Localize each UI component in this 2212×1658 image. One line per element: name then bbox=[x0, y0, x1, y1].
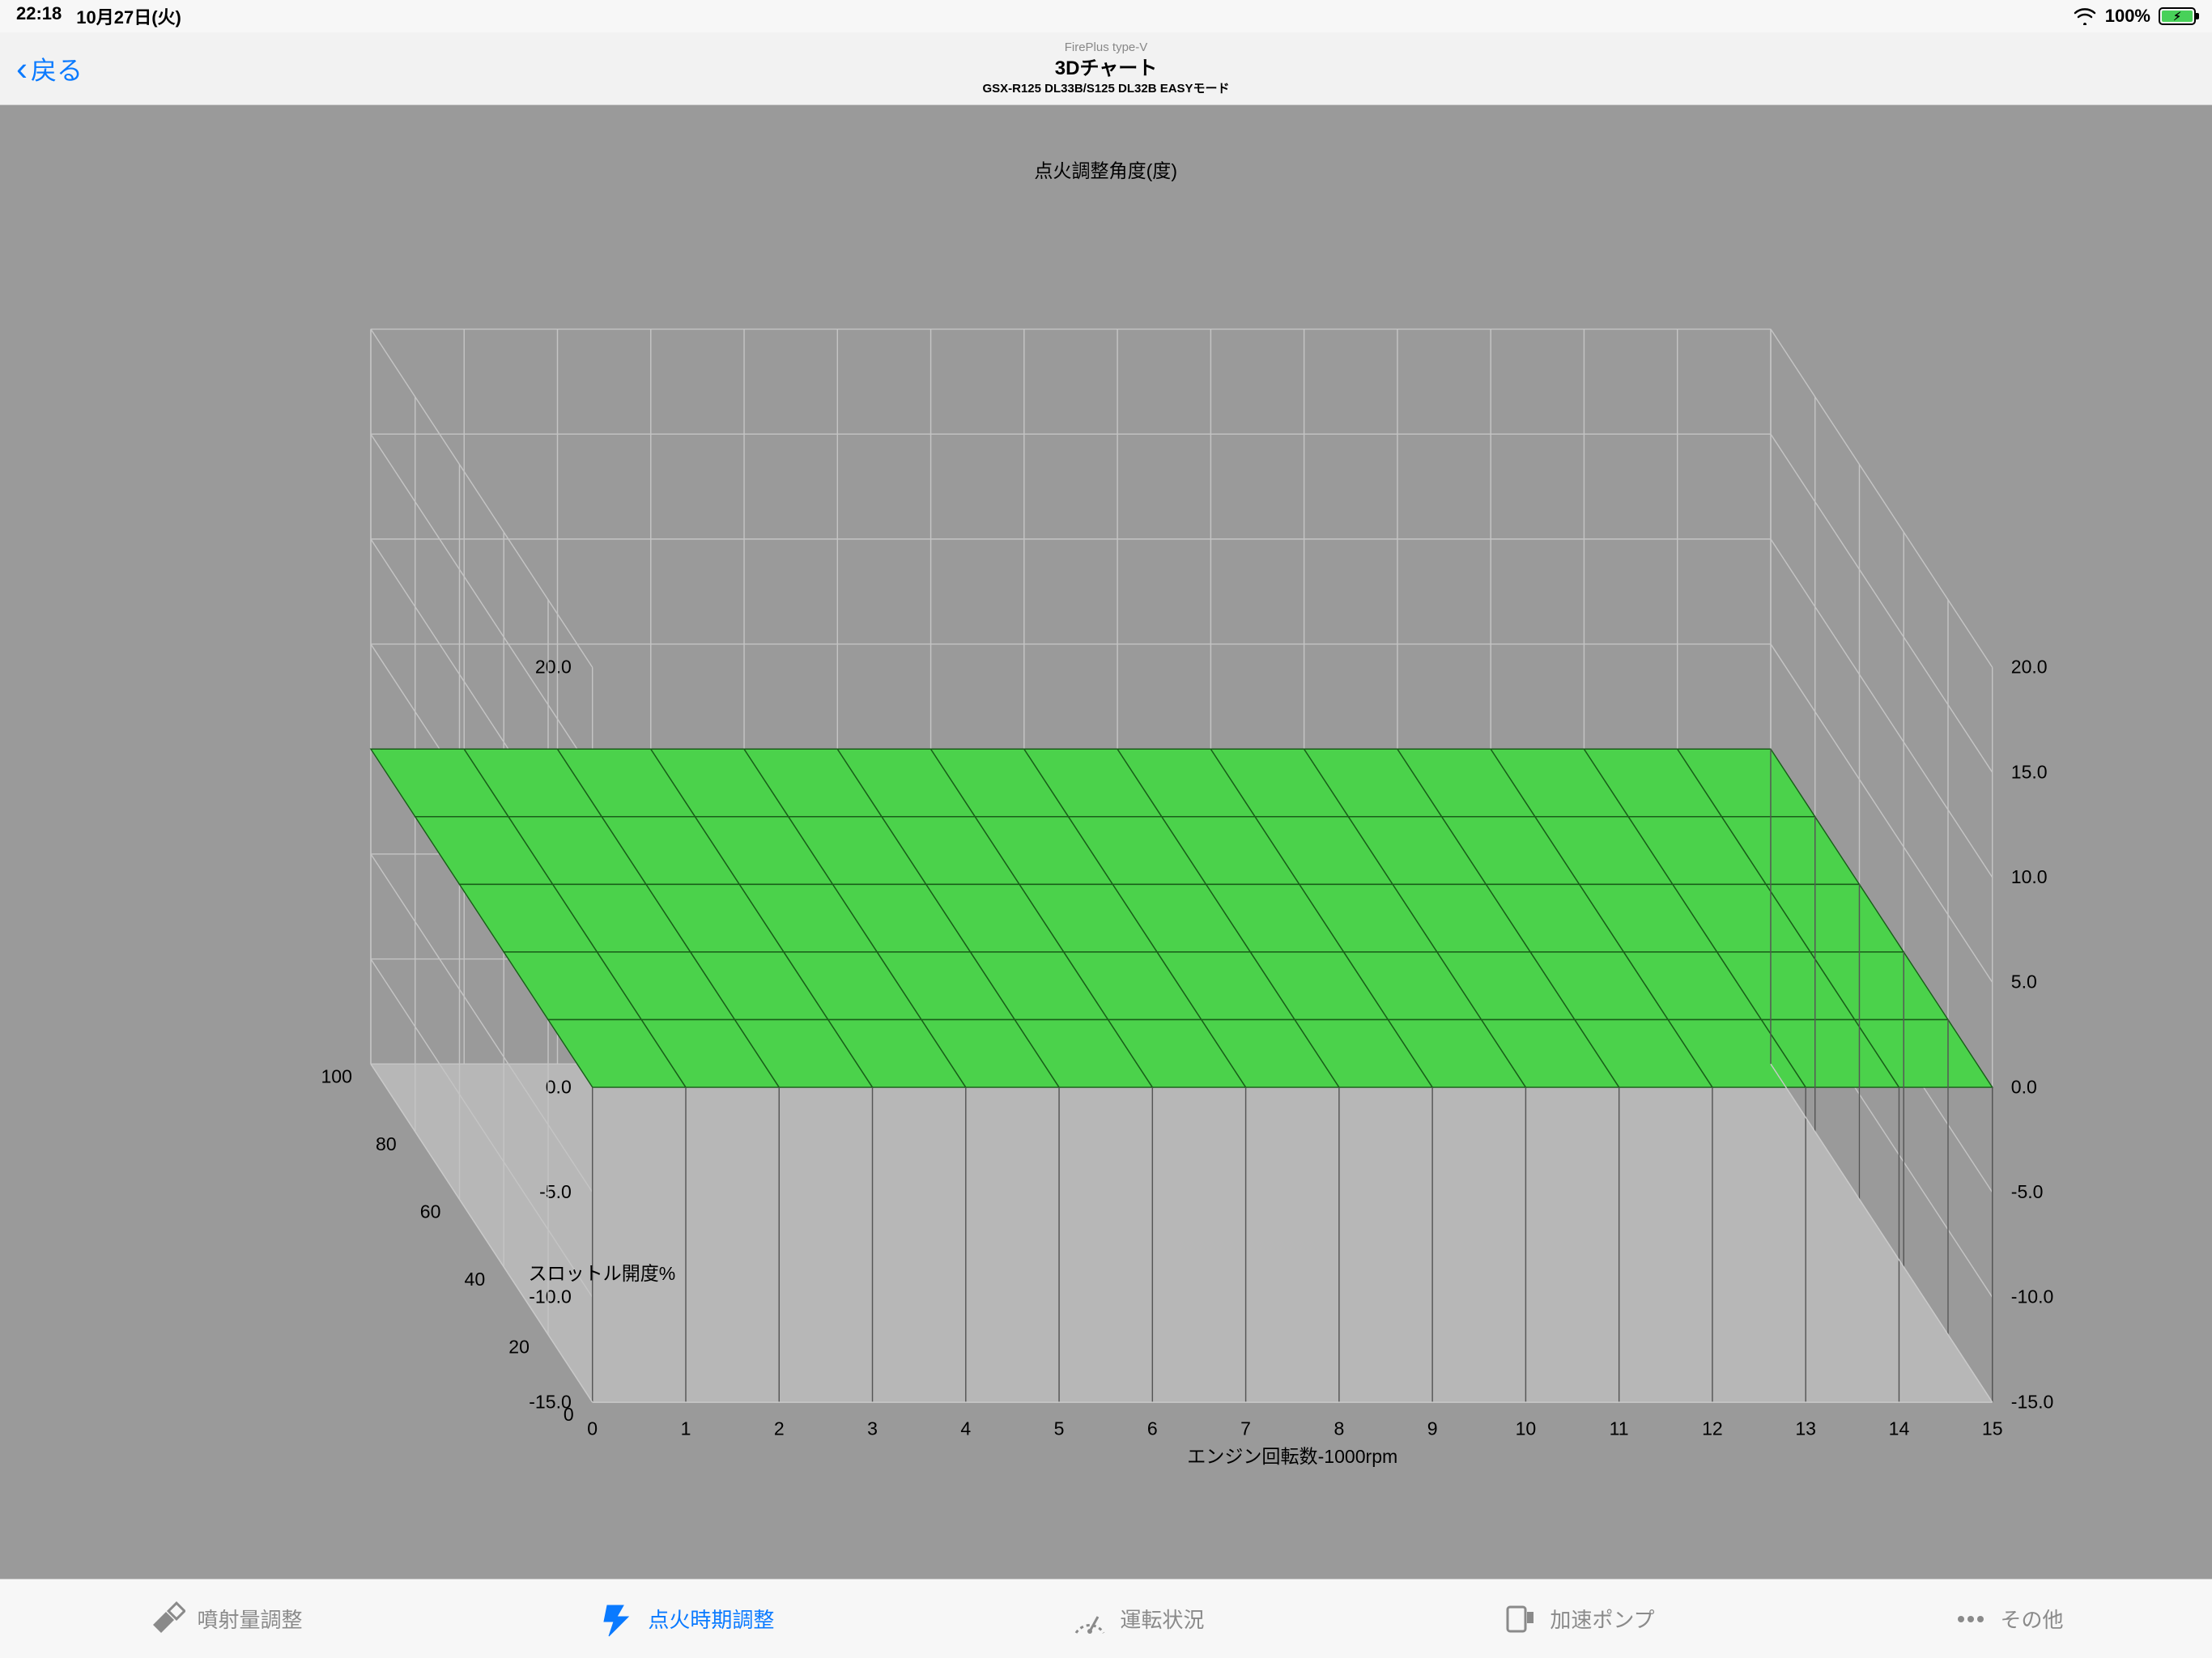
svg-text:40: 40 bbox=[465, 1269, 486, 1290]
svg-text:60: 60 bbox=[420, 1201, 441, 1222]
svg-text:20.0: 20.0 bbox=[2011, 656, 2048, 677]
svg-text:0.0: 0.0 bbox=[2011, 1076, 2037, 1097]
page-title-block: FirePlus type-V 3Dチャート GSX-R125 DL33B/S1… bbox=[0, 40, 2212, 96]
svg-text:14: 14 bbox=[1889, 1418, 1910, 1439]
svg-text:2: 2 bbox=[774, 1418, 785, 1439]
charging-bolt-icon: ⚡︎ bbox=[2173, 11, 2181, 22]
tab-accel-pump-label: 加速ポンプ bbox=[1550, 1604, 1654, 1634]
status-date: 10月27日(火) bbox=[76, 3, 181, 29]
x-axis-label: エンジン回転数-1000rpm bbox=[1188, 1446, 1398, 1467]
z-axis-label: 点火調整角度(度) bbox=[1035, 160, 1178, 181]
svg-text:7: 7 bbox=[1240, 1418, 1251, 1439]
svg-text:20.0: 20.0 bbox=[535, 656, 572, 677]
svg-text:3: 3 bbox=[867, 1418, 878, 1439]
svg-text:-10.0: -10.0 bbox=[530, 1286, 572, 1307]
svg-text:0: 0 bbox=[564, 1404, 574, 1425]
svg-text:15: 15 bbox=[1982, 1418, 2003, 1439]
svg-text:11: 11 bbox=[1610, 1418, 1629, 1439]
svg-text:15.0: 15.0 bbox=[2011, 761, 2048, 782]
svg-text:-5.0: -5.0 bbox=[2011, 1180, 2044, 1201]
svg-text:4: 4 bbox=[961, 1418, 972, 1439]
svg-text:80: 80 bbox=[376, 1133, 397, 1154]
status-bar: 22:18 10月27日(火) 100% ⚡︎ bbox=[0, 0, 2212, 32]
tab-injection-label: 噴射量調整 bbox=[197, 1604, 302, 1634]
svg-text:-10.0: -10.0 bbox=[2011, 1286, 2054, 1307]
svg-text:13: 13 bbox=[1796, 1418, 1817, 1439]
svg-text:-5.0: -5.0 bbox=[539, 1180, 572, 1201]
tab-more-label: その他 bbox=[2001, 1604, 2064, 1634]
chart-3d-surface[interactable]: 点火調整角度(度) -15.0-10.0-5.00.05.010.015.020… bbox=[55, 142, 2156, 1542]
back-label: 戻る bbox=[31, 50, 83, 87]
y-axis-label: スロットル開度% bbox=[529, 1262, 676, 1283]
tab-more[interactable]: その他 bbox=[1952, 1601, 2064, 1638]
tab-accel-pump[interactable]: 加速ポンプ bbox=[1501, 1601, 1654, 1638]
svg-text:1: 1 bbox=[681, 1418, 691, 1439]
nav-bar: ‹ 戻る FirePlus type-V 3Dチャート GSX-R125 DL3… bbox=[0, 32, 2212, 105]
svg-text:5.0: 5.0 bbox=[2011, 971, 2037, 992]
wifi-icon bbox=[2073, 7, 2097, 25]
svg-text:0: 0 bbox=[588, 1418, 598, 1439]
tab-running[interactable]: 運転状況 bbox=[1071, 1601, 1204, 1638]
back-button[interactable]: ‹ 戻る bbox=[16, 50, 83, 87]
tab-injection[interactable]: 噴射量調整 bbox=[148, 1601, 302, 1638]
tab-running-label: 運転状況 bbox=[1120, 1604, 1204, 1634]
tab-ignition-label: 点火時期調整 bbox=[648, 1604, 774, 1634]
svg-text:12: 12 bbox=[1702, 1418, 1723, 1439]
svg-text:9: 9 bbox=[1427, 1418, 1438, 1439]
battery-icon: ⚡︎ bbox=[2159, 7, 2196, 25]
svg-text:-15.0: -15.0 bbox=[2011, 1391, 2054, 1412]
svg-text:10: 10 bbox=[1516, 1418, 1537, 1439]
svg-text:8: 8 bbox=[1334, 1418, 1345, 1439]
svg-text:10.0: 10.0 bbox=[2011, 865, 2048, 886]
status-time: 22:18 bbox=[16, 3, 62, 29]
svg-text:0.0: 0.0 bbox=[546, 1076, 572, 1097]
svg-text:6: 6 bbox=[1147, 1418, 1158, 1439]
tab-ignition[interactable]: 点火時期調整 bbox=[599, 1601, 774, 1638]
chevron-left-icon: ‹ bbox=[16, 52, 28, 86]
title-sub: GSX-R125 DL33B/S125 DL32B EASYモード bbox=[0, 81, 2212, 97]
tab-bar: 噴射量調整 点火時期調整 運転状況 加速ポンプ その他 bbox=[0, 1579, 2212, 1658]
title-main: 3Dチャート bbox=[0, 56, 2212, 81]
svg-text:20: 20 bbox=[509, 1336, 530, 1357]
title-super: FirePlus type-V bbox=[0, 40, 2212, 56]
svg-text:100: 100 bbox=[321, 1065, 352, 1086]
battery-percent: 100% bbox=[2105, 6, 2150, 27]
svg-text:5: 5 bbox=[1054, 1418, 1065, 1439]
chart-container[interactable]: 点火調整角度(度) -15.0-10.0-5.00.05.010.015.020… bbox=[0, 105, 2212, 1579]
